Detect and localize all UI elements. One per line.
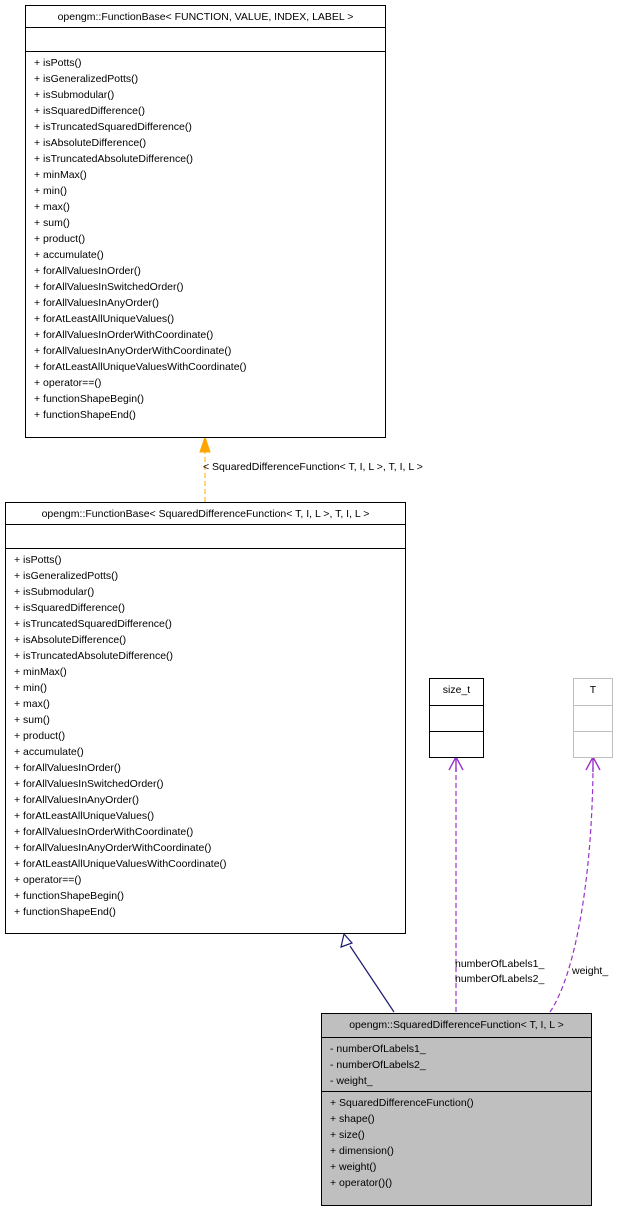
- attributes-section: [574, 705, 612, 731]
- member-item: + isTruncatedAbsoluteDifference(): [34, 153, 194, 165]
- member-item: + SquaredDifferenceFunction(): [330, 1097, 474, 1109]
- member-item: + max(): [14, 698, 50, 710]
- template-arrowhead: [199, 435, 211, 453]
- member-item: + forAllValuesInSwitchedOrder(): [14, 778, 164, 790]
- class-title: T: [589, 684, 597, 696]
- member-item: + forAtLeastAllUniqueValuesWithCoordinat…: [34, 361, 247, 373]
- member-item: - numberOfLabels1_: [330, 1043, 426, 1055]
- member-item: - numberOfLabels2_: [330, 1059, 426, 1071]
- member-item: + accumulate(): [34, 249, 104, 261]
- member-item: + functionShapeEnd(): [14, 906, 116, 918]
- member-item: + isTruncatedSquaredDifference(): [34, 121, 192, 133]
- member-item: + forAtLeastAllUniqueValues(): [34, 313, 175, 325]
- member-item: + isPotts(): [14, 554, 62, 566]
- member-item: + functionShapeEnd(): [34, 409, 136, 421]
- member-item: - weight_: [330, 1075, 373, 1087]
- member-item: + isSubmodular(): [34, 89, 115, 101]
- class-title: opengm::SquaredDifferenceFunction< T, I,…: [349, 1019, 564, 1031]
- member-item: + forAtLeastAllUniqueValues(): [14, 810, 155, 822]
- size-t-arrowhead: [448, 755, 464, 772]
- member-item: + min(): [14, 682, 47, 694]
- size-t-edge-label-1: numberOfLabels1_: [455, 958, 545, 970]
- t-arrowhead: [585, 755, 601, 772]
- class-title: opengm::FunctionBase< FUNCTION, VALUE, I…: [57, 11, 354, 23]
- member-item: + sum(): [34, 217, 70, 229]
- member-item: + isSubmodular(): [14, 586, 95, 598]
- class-title: opengm::FunctionBase< SquaredDifferenceF…: [41, 508, 370, 520]
- member-item: + isSquaredDifference(): [34, 105, 145, 117]
- attributes-section: [26, 27, 385, 51]
- class-title: size_t: [442, 684, 471, 696]
- attributes-section: - numberOfLabels1_ - numberOfLabels2_ - we…: [322, 1037, 591, 1091]
- class-functionbase-squareddifference[interactable]: opengm::FunctionBase< SquaredDifferenceF…: [5, 502, 406, 934]
- attributes-section: [6, 524, 405, 548]
- member-item: + forAllValuesInOrderWithCoordinate(): [14, 826, 194, 838]
- member-item: + isTruncatedAbsoluteDifference(): [14, 650, 174, 662]
- class-t[interactable]: T: [573, 678, 613, 758]
- member-item: + functionShapeBegin(): [34, 393, 145, 405]
- member-item: + size(): [330, 1129, 365, 1141]
- member-item: + shape(): [330, 1113, 375, 1125]
- methods-section: + isPotts() + isGeneralizedPotts() + isSub…: [26, 51, 385, 425]
- member-item: + sum(): [14, 714, 50, 726]
- size-t-edge-label-2: numberOfLabels2_: [455, 973, 545, 985]
- t-edge-label: weight_: [572, 965, 609, 977]
- member-item: + isAbsoluteDifference(): [34, 137, 147, 149]
- methods-section: + SquaredDifferenceFunction() + shape() + …: [322, 1091, 591, 1193]
- member-item: + isPotts(): [34, 57, 82, 69]
- member-item: + dimension(): [330, 1145, 394, 1157]
- member-item: + max(): [34, 201, 70, 213]
- member-item: + minMax(): [14, 666, 67, 678]
- member-item: + weight(): [330, 1161, 377, 1173]
- member-item: + forAllValuesInSwitchedOrder(): [34, 281, 184, 293]
- member-item: + forAllValuesInAnyOrderWithCoordinate(): [14, 842, 212, 854]
- member-item: + operator==(): [34, 377, 102, 389]
- member-item: + forAllValuesInOrder(): [14, 762, 121, 774]
- member-item: + forAllValuesInAnyOrder(): [14, 794, 139, 806]
- member-item: + forAllValuesInAnyOrderWithCoordinate(): [34, 345, 232, 357]
- member-item: + product(): [14, 730, 66, 742]
- member-item: + forAllValuesInAnyOrder(): [34, 297, 159, 309]
- member-item: + product(): [34, 233, 86, 245]
- member-item: + isTruncatedSquaredDifference(): [14, 618, 172, 630]
- inheritance-edge: [349, 945, 395, 1013]
- member-item: + isGeneralizedPotts(): [14, 570, 119, 582]
- member-item: + forAllValuesInOrder(): [34, 265, 141, 277]
- member-item: + operator==(): [14, 874, 82, 886]
- member-item: + minMax(): [34, 169, 87, 181]
- attributes-section: [430, 705, 483, 731]
- member-item: + isAbsoluteDifference(): [14, 634, 127, 646]
- member-item: + isGeneralizedPotts(): [34, 73, 139, 85]
- class-size-t[interactable]: size_t: [429, 678, 484, 758]
- inheritance-arrowhead: [340, 932, 354, 948]
- methods-section: [430, 731, 483, 757]
- member-item: + isSquaredDifference(): [14, 602, 125, 614]
- member-item: + functionShapeBegin(): [14, 890, 125, 902]
- methods-section: [574, 731, 612, 757]
- class-functionbase-generic[interactable]: opengm::FunctionBase< FUNCTION, VALUE, I…: [25, 5, 386, 438]
- template-edge-label: < SquaredDifferenceFunction< T, I, L >, …: [203, 461, 423, 473]
- member-item: + forAllValuesInOrderWithCoordinate(): [34, 329, 214, 341]
- class-squareddifferencefunction[interactable]: opengm::SquaredDifferenceFunction< T, I,…: [321, 1013, 592, 1206]
- methods-section: + isPotts() + isGeneralizedPotts() + isSub…: [6, 548, 405, 922]
- member-item: + min(): [34, 185, 67, 197]
- member-item: + forAtLeastAllUniqueValuesWithCoordinat…: [14, 858, 227, 870]
- member-item: + operator()(): [330, 1177, 393, 1189]
- member-item: + accumulate(): [14, 746, 84, 758]
